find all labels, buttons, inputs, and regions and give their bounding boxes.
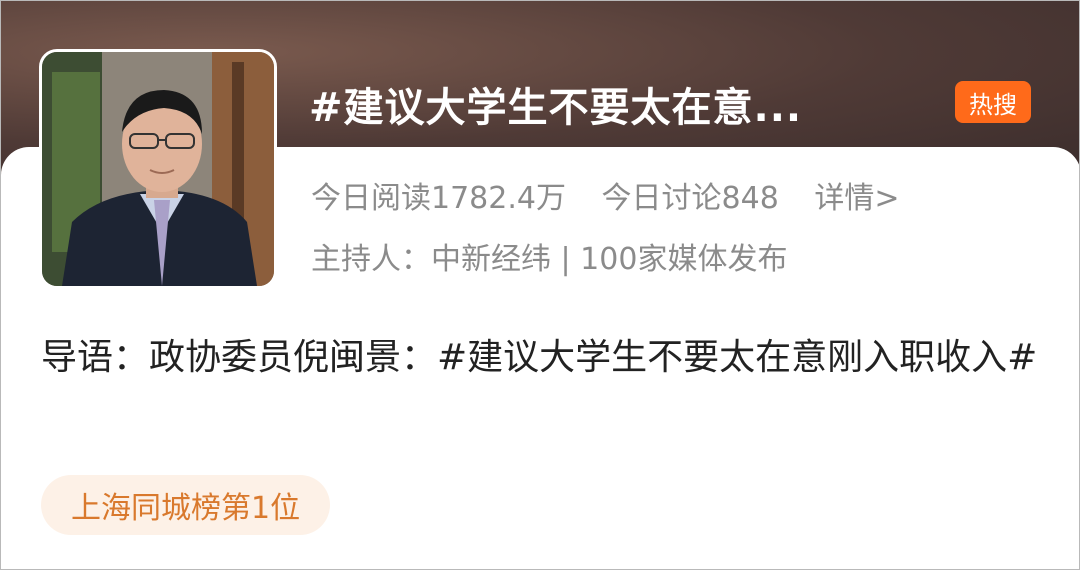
hot-badge: 热搜 — [955, 81, 1031, 123]
reads-count: 今日阅读1782.4万 — [311, 181, 566, 216]
screenshot-frame: #建议大学生不要太在意... 热搜 今日阅读1782.4万 今日讨论848 详情… — [0, 0, 1080, 570]
topic-stats: 今日阅读1782.4万 今日讨论848 详情> — [311, 173, 899, 217]
host-line: 主持人：中新经纬 | 100家媒体发布 — [311, 242, 788, 277]
lead-text: 导语：政协委员倪闽景：#建议大学生不要太在意刚入职收入# — [41, 337, 1038, 378]
person-photo-icon — [42, 52, 274, 286]
rank-tag[interactable]: 上海同城榜第1位 — [41, 475, 331, 535]
details-link[interactable]: 详情> — [814, 181, 899, 216]
topic-avatar[interactable] — [39, 49, 277, 289]
topic-title[interactable]: #建议大学生不要太在意... — [309, 75, 949, 133]
discussion-count: 今日讨论848 — [601, 181, 779, 216]
